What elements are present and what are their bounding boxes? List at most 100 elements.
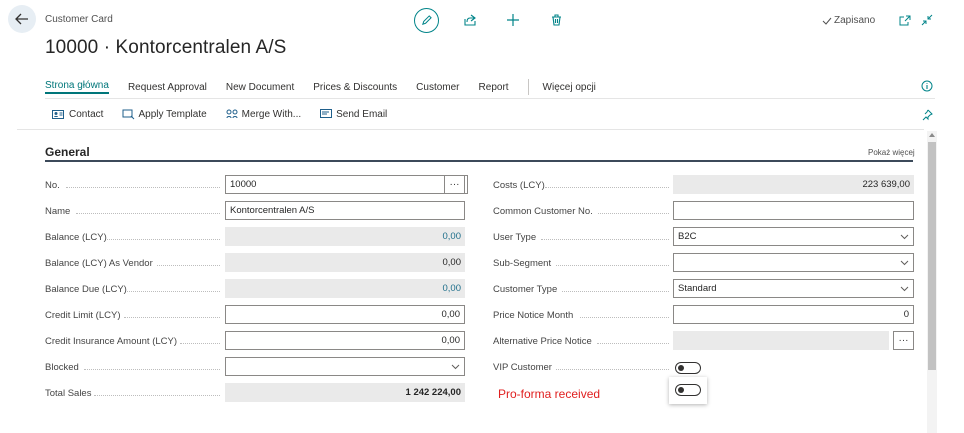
delete-button[interactable] [547, 11, 565, 29]
contact-button[interactable]: Contact [52, 109, 103, 120]
contact-icon [52, 109, 64, 119]
no-lookup-button[interactable]: ··· [444, 175, 465, 194]
saved-label: Zapisano [834, 15, 876, 26]
entity-caption: Customer Card [45, 14, 113, 25]
email-icon [320, 109, 333, 118]
tab-request-approval[interactable]: Request Approval [128, 82, 207, 93]
chevron-down-icon [900, 234, 909, 239]
label-leader [597, 343, 669, 344]
tab-more-options[interactable]: Więcej opcji [543, 82, 596, 93]
tab-customer[interactable]: Customer [416, 82, 459, 93]
section-underline [45, 160, 913, 162]
share-icon [463, 14, 476, 26]
costs-value: 223 639,00 [673, 175, 914, 194]
label-leader [545, 187, 669, 188]
field-label-balance-due: Balance Due (LCY) [45, 284, 127, 295]
label-leader [66, 187, 220, 188]
chevron-down-icon [900, 286, 909, 291]
collapse-button[interactable] [918, 11, 936, 29]
merge-with-button[interactable]: Merge With... [226, 108, 301, 120]
credit-limit-field[interactable]: 0,00 [225, 305, 465, 324]
info-icon [921, 80, 933, 92]
show-more-link[interactable]: Pokaż więcej [868, 148, 915, 157]
label-leader [157, 265, 220, 266]
credit-insurance-field[interactable]: 0,00 [225, 331, 465, 350]
balance-as-vendor-value: 0,00 [225, 253, 465, 272]
edit-button[interactable] [414, 8, 439, 33]
no-field[interactable]: 10000 [225, 175, 468, 194]
plus-icon [507, 14, 519, 26]
contact-label: Contact [69, 108, 104, 120]
label-leader [107, 239, 220, 240]
label-leader [180, 343, 220, 344]
open-window-icon [899, 15, 911, 25]
field-label-credit-insurance: Credit Insurance Amount (LCY) [45, 336, 178, 347]
field-label-customer-type: Customer Type [493, 284, 558, 295]
merge-icon [226, 109, 238, 119]
customer-type-value: Standard [678, 283, 717, 294]
balance-due-value[interactable]: 0,00 [225, 279, 465, 298]
scrollbar-thumb[interactable] [928, 142, 936, 370]
label-leader [556, 369, 669, 370]
proforma-received-label: Pro-forma received [498, 387, 601, 401]
new-button[interactable] [504, 11, 522, 29]
trash-icon [551, 14, 561, 26]
field-label-costs: Costs (LCY) [493, 180, 545, 191]
proforma-received-toggle[interactable] [675, 384, 701, 396]
tab-home[interactable]: Strona główna [45, 80, 109, 94]
send-email-button[interactable]: Send Email [320, 109, 387, 120]
back-button[interactable] [8, 5, 36, 33]
field-label-balance-as-vendor: Balance (LCY) As Vendor [45, 258, 153, 269]
common-customer-no-field[interactable] [673, 201, 914, 220]
label-leader [127, 291, 220, 292]
field-label-total-sales: Total Sales [45, 388, 92, 399]
action-buttons: Contact Apply Template Merge With... Sen… [52, 108, 406, 120]
label-leader [562, 291, 669, 292]
user-type-value: B2C [678, 231, 697, 242]
template-icon [122, 109, 135, 120]
label-leader [84, 369, 220, 370]
check-icon [822, 17, 832, 25]
field-label-no: No. [45, 180, 60, 191]
pin-button[interactable] [918, 106, 936, 124]
name-field[interactable]: Kontorcentralen A/S [225, 201, 465, 220]
scroll-up-arrow-icon[interactable] [929, 133, 935, 137]
divider [17, 129, 924, 130]
label-leader [76, 213, 220, 214]
section-title-general[interactable]: General [45, 145, 90, 159]
label-leader [94, 395, 220, 396]
blocked-select[interactable] [225, 357, 465, 376]
tab-separator [527, 79, 529, 95]
send-email-label: Send Email [336, 108, 388, 120]
pin-icon [922, 109, 933, 121]
label-leader [580, 317, 669, 318]
apply-template-button[interactable]: Apply Template [122, 108, 207, 120]
tab-new-document[interactable]: New Document [226, 82, 294, 93]
chevron-down-icon [451, 364, 460, 369]
price-notice-month-field[interactable]: 0 [673, 305, 914, 324]
share-button[interactable] [461, 11, 479, 29]
merge-with-label: Merge With... [241, 108, 302, 120]
info-button[interactable] [918, 77, 936, 95]
field-label-balance: Balance (LCY) [45, 232, 107, 243]
customer-type-select[interactable]: Standard [673, 279, 914, 298]
tab-report[interactable]: Report [479, 82, 509, 93]
apply-template-label: Apply Template [138, 108, 207, 120]
chevron-down-icon [900, 260, 909, 265]
vip-customer-toggle[interactable] [675, 362, 701, 374]
tab-prices-discounts[interactable]: Prices & Discounts [313, 82, 397, 93]
user-type-select[interactable]: B2C [673, 227, 914, 246]
field-label-user-type: User Type [493, 232, 537, 243]
sub-segment-select[interactable] [673, 253, 914, 272]
collapse-icon [921, 14, 933, 26]
open-new-window-button[interactable] [896, 11, 914, 29]
total-sales-value: 1 242 224,00 [225, 383, 465, 402]
label-leader [598, 213, 669, 214]
divider [45, 98, 935, 99]
label-leader [124, 317, 220, 318]
field-label-name: Name [45, 206, 71, 217]
balance-value[interactable]: 0,00 [225, 227, 465, 246]
saved-status: Zapisano [822, 15, 875, 26]
alternative-price-notice-lookup-button[interactable]: ··· [893, 331, 914, 350]
label-leader [556, 265, 669, 266]
